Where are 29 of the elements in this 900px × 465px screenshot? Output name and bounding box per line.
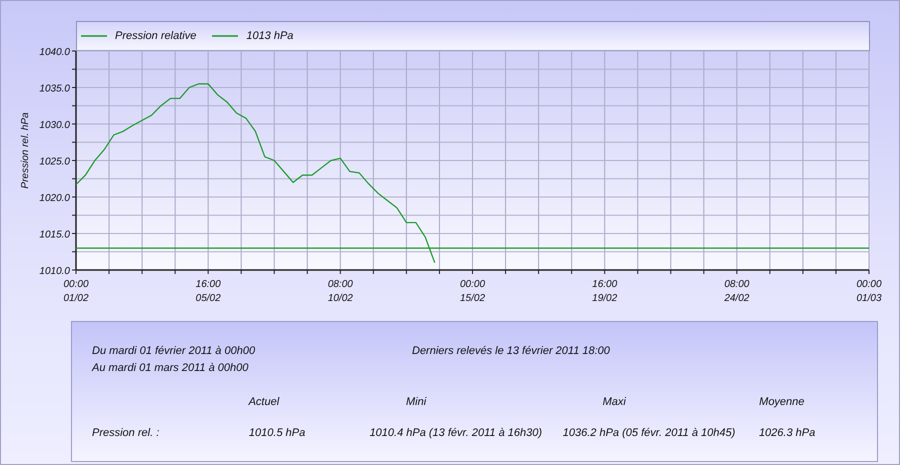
y-tick-label: 1015.0 — [39, 230, 70, 240]
column-header: Moyenne — [759, 396, 804, 408]
y-tick-label: 1035.0 — [39, 84, 70, 94]
y-tick-label: 1020.0 — [39, 193, 70, 204]
legend-label: 1013 hPa — [246, 28, 294, 44]
y-axis-title: Pression rel. hPa — [20, 112, 31, 189]
y-tick-label: 1025.0 — [39, 156, 70, 168]
last-reading-text: Derniers relevés le 13 février 2011 18:00 — [412, 344, 610, 359]
column-header: Mini — [406, 396, 426, 408]
row-label: Pression rel. : — [92, 426, 160, 438]
x-tick-label: 00:00 15/02 — [460, 279, 486, 303]
period-text: Au mardi 01 mars 2011 à 00h00 — [92, 360, 250, 376]
x-tick-label: 16:00 05/02 — [196, 279, 221, 303]
table-cell: 1036.2 hPa (05 févr. 2011 à 10h45) — [562, 426, 736, 438]
column-header: Actuel — [248, 396, 280, 408]
x-tick-label: 00:00 01/02 — [63, 279, 89, 303]
table-cell: 1010.5 hPa — [248, 426, 306, 438]
legend-label: Pression relative — [115, 28, 196, 44]
y-tick-label: 1010.0 — [39, 266, 70, 277]
table-cell: 1026.3 hPa — [758, 426, 816, 438]
x-tick-label: 00:00 01/03 — [856, 279, 882, 303]
period-text: Du mardi 01 février 2011 à 00h00 — [92, 344, 256, 359]
y-tick-label: 1030.0 — [39, 120, 70, 131]
x-tick-label: 08:00 10/02 — [328, 279, 353, 303]
column-header: Maxi — [602, 396, 626, 408]
table-cell: 1010.4 hPa (13 févr. 2011 à 16h30) — [370, 426, 542, 438]
x-tick-label: 16:00 19/02 — [592, 279, 618, 303]
x-tick-label: 08:00 24/02 — [724, 279, 750, 303]
y-tick-label: 1040.0 — [39, 47, 70, 58]
